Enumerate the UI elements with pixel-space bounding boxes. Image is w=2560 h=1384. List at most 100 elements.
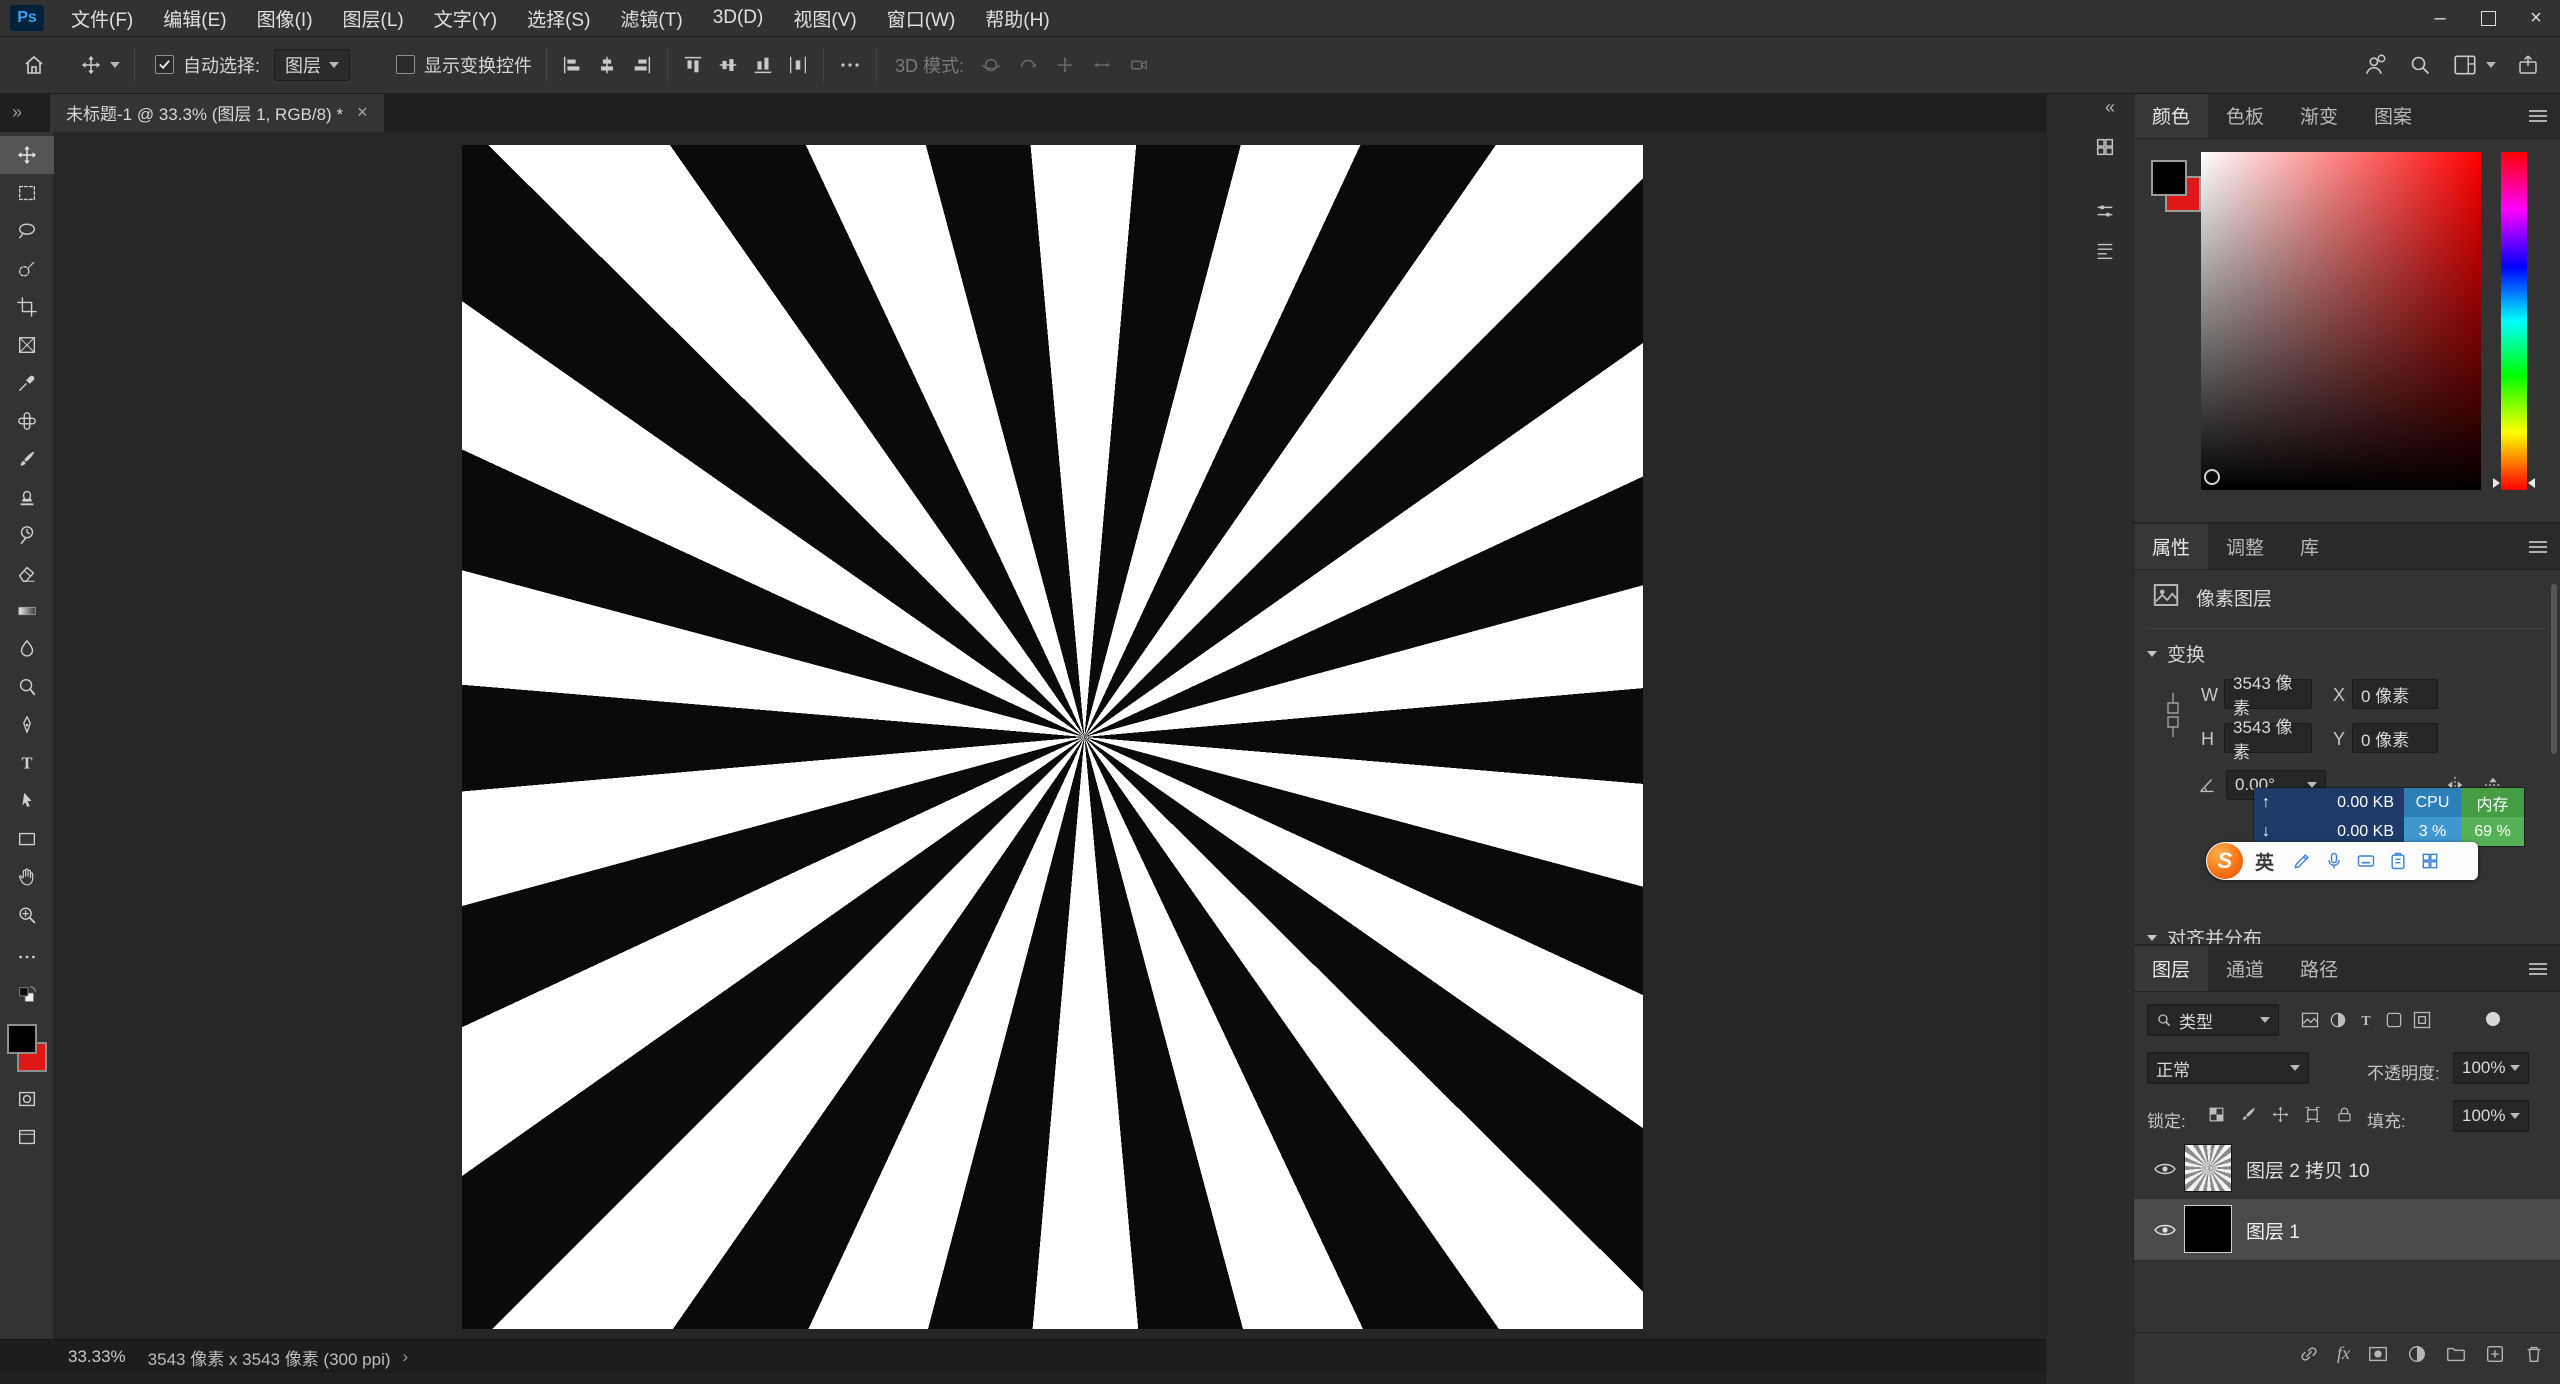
tool-blur[interactable] [0,630,54,668]
scrollbar-thumb[interactable] [2551,584,2557,754]
distribute-horizontal-icon[interactable] [787,54,809,76]
quick-mask-icon[interactable] [0,1080,54,1118]
tool-frame[interactable] [0,326,54,364]
ime-clipboard-icon[interactable] [2388,851,2408,871]
tool-pen[interactable] [0,706,54,744]
tool-history-brush[interactable] [0,516,54,554]
layer-style-icon[interactable]: fx [2337,1343,2350,1364]
show-transform-checkbox[interactable] [396,55,415,74]
align-right-edges-icon[interactable] [631,54,653,76]
hue-marker-right[interactable] [2528,478,2535,488]
home-icon[interactable] [22,53,46,77]
default-colors-icon[interactable] [0,976,54,1014]
auto-select-target-dropdown[interactable]: 图层 [274,49,350,81]
tool-dodge[interactable] [0,668,54,706]
3d-orbit-icon[interactable] [980,54,1002,76]
workspace-switcher[interactable] [2452,52,2496,78]
panel-menu-icon[interactable] [2529,538,2547,556]
opacity-dropdown[interactable]: 100% [2453,1052,2529,1084]
layer-filter-dropdown[interactable]: 类型 [2147,1004,2279,1036]
layer-thumbnail[interactable] [2184,1205,2232,1253]
tool-crop[interactable] [0,288,54,326]
tab-properties[interactable]: 属性 [2134,524,2208,569]
3d-roll-icon[interactable] [1017,54,1039,76]
more-options-icon[interactable] [838,53,862,77]
adjustment-layer-icon[interactable] [2406,1343,2428,1365]
artboard-starburst[interactable] [462,145,1643,1329]
tab-patterns[interactable]: 图案 [2356,93,2430,138]
panel-icon-paragraph[interactable] [2087,235,2123,267]
filter-adjustment-layers-icon[interactable] [2326,1008,2350,1032]
tool-lasso[interactable] [0,212,54,250]
layer-row-starburst[interactable]: 图层 2 拷贝 10 [2134,1138,2560,1200]
ime-keyboard-icon[interactable] [2356,851,2376,871]
tab-channels[interactable]: 通道 [2208,946,2282,991]
menu-file[interactable]: 文件(F) [56,0,148,36]
tool-move[interactable] [0,136,54,174]
filter-shape-layers-icon[interactable] [2382,1008,2406,1032]
lock-image-icon[interactable] [2236,1102,2260,1126]
minimize-button[interactable]: – [2416,0,2464,36]
3d-slide-icon[interactable] [1091,54,1113,76]
filter-smart-objects-icon[interactable] [2410,1008,2434,1032]
screen-mode-icon[interactable] [0,1118,54,1156]
visibility-eye-icon[interactable] [2153,1222,2177,1243]
expand-panels-icon[interactable]: « [2105,97,2115,118]
transform-section-header[interactable]: 变换 [2147,640,2205,667]
new-group-icon[interactable] [2445,1343,2467,1365]
close-button[interactable]: × [2512,0,2560,36]
tool-eyedropper[interactable] [0,364,54,402]
tool-quick-selection[interactable] [0,250,54,288]
width-input[interactable]: 3543 像素 [2224,679,2312,709]
foreground-background-swatches[interactable] [5,1024,49,1072]
foreground-color-swatch[interactable] [7,1024,37,1054]
tool-gradient[interactable] [0,592,54,630]
new-layer-icon[interactable] [2484,1343,2506,1365]
layer-name[interactable]: 图层 2 拷贝 10 [2246,1156,2370,1183]
panel-icon-brush-settings[interactable] [2087,195,2123,227]
menu-select[interactable]: 选择(S) [512,0,605,36]
tool-zoom[interactable] [0,896,54,934]
align-v-centers-icon[interactable] [717,54,739,76]
filter-type-layers-icon[interactable]: T [2354,1008,2378,1032]
lock-artboard-icon[interactable] [2300,1102,2324,1126]
tool-rectangle-shape[interactable] [0,820,54,858]
edit-toolbar-icon[interactable] [0,938,54,976]
align-top-edges-icon[interactable] [682,54,704,76]
auto-select-checkbox[interactable] [155,55,174,74]
saturation-brightness-field[interactable] [2201,152,2481,490]
lock-position-icon[interactable] [2268,1102,2292,1126]
menu-edit[interactable]: 编辑(E) [148,0,241,36]
y-input[interactable]: 0 像素 [2352,723,2438,753]
ime-logo[interactable]: S [2207,843,2243,879]
tool-path-selection[interactable] [0,782,54,820]
menu-help[interactable]: 帮助(H) [970,0,1064,36]
ime-mic-icon[interactable] [2324,851,2344,871]
delete-layer-icon[interactable] [2523,1343,2545,1365]
link-dimensions-icon[interactable] [2164,689,2182,746]
ime-pen-icon[interactable] [2292,851,2312,871]
3d-pan-icon[interactable] [1054,54,1076,76]
search-icon[interactable] [2408,53,2432,77]
panel-menu-icon[interactable] [2529,960,2547,978]
tool-eraser[interactable] [0,554,54,592]
tool-rectangular-marquee[interactable] [0,174,54,212]
status-chevron-icon[interactable]: › [403,1347,409,1367]
3d-dolly-icon[interactable] [1128,54,1150,76]
visibility-eye-icon[interactable] [2153,1161,2177,1182]
tab-layers[interactable]: 图层 [2134,946,2208,991]
tool-type[interactable]: T [0,744,54,782]
filter-toggle[interactable] [2486,1012,2500,1026]
tab-color[interactable]: 颜色 [2134,93,2208,138]
lock-transparency-icon[interactable] [2204,1102,2228,1126]
fill-dropdown[interactable]: 100% [2453,1100,2529,1132]
menu-3d[interactable]: 3D(D) [698,0,779,36]
x-input[interactable]: 0 像素 [2352,679,2438,709]
tab-paths[interactable]: 路径 [2282,946,2356,991]
tab-overflow-icon[interactable]: » [12,102,22,123]
ime-toolbox-icon[interactable] [2420,851,2440,871]
tool-clone-stamp[interactable] [0,478,54,516]
hue-marker-left[interactable] [2493,478,2500,488]
align-left-edges-icon[interactable] [561,54,583,76]
menu-window[interactable]: 窗口(W) [872,0,971,36]
